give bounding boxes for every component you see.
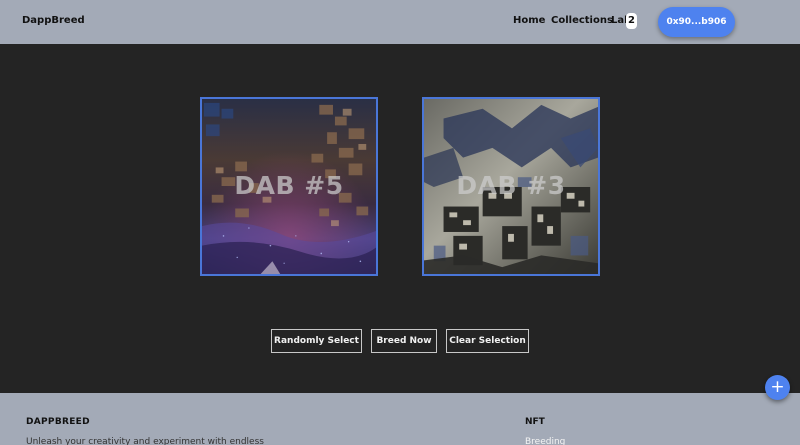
nft-card-dab-3[interactable]: DAB #3 [422,97,600,276]
brand-logo[interactable]: DappBreed [22,15,85,26]
nav-link-home[interactable]: Home [513,15,545,26]
nft-card-title: DAB #3 [456,171,566,200]
lab-count-badge: 2 [626,13,637,29]
clear-selection-button[interactable]: Clear Selection [446,329,529,353]
top-navbar: DappBreed Home Collections Lab 2 0x90...… [0,0,800,44]
footer-tagline: Unleash your creativity and experiment w… [26,437,264,445]
nft-card-title: DAB #5 [234,171,344,200]
wallet-address-button[interactable]: 0x90...b906 [658,7,735,37]
add-floating-button[interactable]: + [765,375,790,400]
footer-link-breeding[interactable]: Breeding [525,437,565,445]
plus-icon: + [770,377,785,397]
nav-link-collections[interactable]: Collections [551,15,613,26]
footer-brand-heading: DAPPBREED [26,417,90,427]
randomly-select-button[interactable]: Randomly Select [271,329,362,353]
lab-main-area: DAB #5 DAB #3 Randomly Select Breed Now … [0,44,800,393]
site-footer: DAPPBREED Unleash your creativity and ex… [0,393,800,445]
nft-card-dab-5[interactable]: DAB #5 [200,97,378,276]
footer-nft-heading: NFT [525,417,545,427]
breed-now-button[interactable]: Breed Now [371,329,437,353]
